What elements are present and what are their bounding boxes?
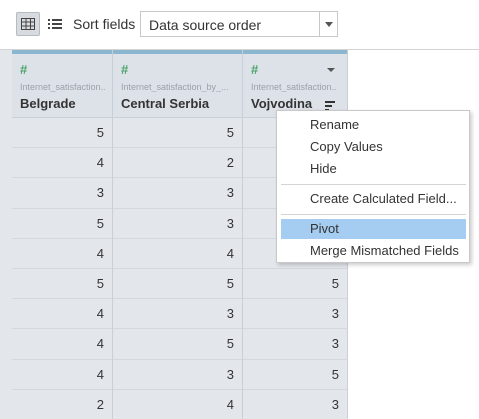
list-view-button[interactable]	[43, 12, 67, 36]
table-cell: 2	[113, 148, 242, 179]
table-cell: 4	[12, 239, 112, 269]
table-cell: 3	[113, 360, 242, 390]
table-cell: 5	[113, 118, 242, 149]
column-cells: 5233453534	[113, 118, 242, 419]
menu-separator	[281, 184, 466, 185]
column-field-name[interactable]: Central Serbia	[121, 96, 209, 111]
column-context-menu: Rename Copy Values Hide Create Calculate…	[276, 110, 470, 263]
table-cell: 3	[12, 178, 112, 209]
table-cell: 5	[243, 360, 347, 390]
menu-item-merge-mismatched-fields[interactable]: Merge Mismatched Fields	[281, 241, 466, 261]
column-menu-chevron-icon[interactable]	[327, 68, 335, 72]
menu-separator	[281, 214, 466, 215]
column-belgrade: # Internet_satisfaction... Belgrade 5435…	[12, 50, 113, 419]
column-source-name: Internet_satisfaction...	[251, 82, 337, 92]
chevron-down-icon	[324, 21, 333, 27]
column-central-serbia: # Internet_satisfaction_by_... Central S…	[113, 50, 243, 419]
sort-fields-select[interactable]: Data source order	[140, 11, 338, 37]
column-source-name: Internet_satisfaction...	[20, 82, 106, 92]
menu-item-hide[interactable]: Hide	[281, 159, 466, 179]
sort-fields-label: Sort fields	[73, 16, 136, 32]
table-cell: 3	[243, 390, 347, 419]
table-cell: 5	[12, 269, 112, 300]
column-cells: 5435454442	[12, 118, 112, 419]
table-cell: 3	[243, 299, 347, 330]
table-cell: 3	[113, 178, 242, 209]
number-type-icon[interactable]: #	[121, 62, 128, 77]
table-cell: 5	[243, 269, 347, 300]
column-header[interactable]: # Internet_satisfaction... Belgrade	[12, 50, 112, 118]
column-field-name[interactable]: Belgrade	[20, 96, 76, 111]
table-cell: 5	[113, 329, 242, 360]
table-cell: 2	[12, 390, 112, 419]
table-cell: 5	[12, 118, 112, 149]
table-cell: 3	[113, 299, 242, 330]
table-cell: 4	[113, 390, 242, 419]
table-cell: 4	[12, 360, 112, 390]
menu-item-create-calculated-field[interactable]: Create Calculated Field...	[281, 189, 466, 209]
toolbar: Sort fields Data source order	[0, 0, 479, 50]
table-cell: 4	[12, 148, 112, 179]
menu-item-copy-values[interactable]: Copy Values	[281, 137, 466, 157]
number-type-icon[interactable]: #	[20, 62, 27, 77]
table-cell: 3	[243, 329, 347, 360]
column-source-name: Internet_satisfaction_by_...	[121, 82, 229, 92]
grid-view-button[interactable]	[16, 12, 40, 36]
column-header[interactable]: # Internet_satisfaction... Vojvodina	[243, 50, 347, 118]
list-icon	[48, 19, 62, 29]
table-cell: 5	[113, 269, 242, 300]
data-source-grid-view: Sort fields Data source order # Internet…	[0, 0, 479, 419]
menu-item-pivot[interactable]: Pivot	[281, 219, 466, 239]
table-cell: 3	[113, 209, 242, 239]
table-cell: 5	[12, 209, 112, 239]
column-header[interactable]: # Internet_satisfaction_by_... Central S…	[113, 50, 242, 118]
dropdown-arrow[interactable]	[319, 12, 337, 36]
sort-fields-value: Data source order	[149, 17, 262, 33]
menu-item-rename[interactable]: Rename	[281, 115, 466, 135]
grid-icon	[21, 18, 35, 30]
number-type-icon[interactable]: #	[251, 62, 258, 77]
row-gutter	[0, 50, 12, 419]
table-cell: 4	[12, 299, 112, 330]
table-cell: 4	[12, 329, 112, 360]
column-field-name[interactable]: Vojvodina	[251, 96, 312, 111]
table-cell: 4	[113, 239, 242, 269]
